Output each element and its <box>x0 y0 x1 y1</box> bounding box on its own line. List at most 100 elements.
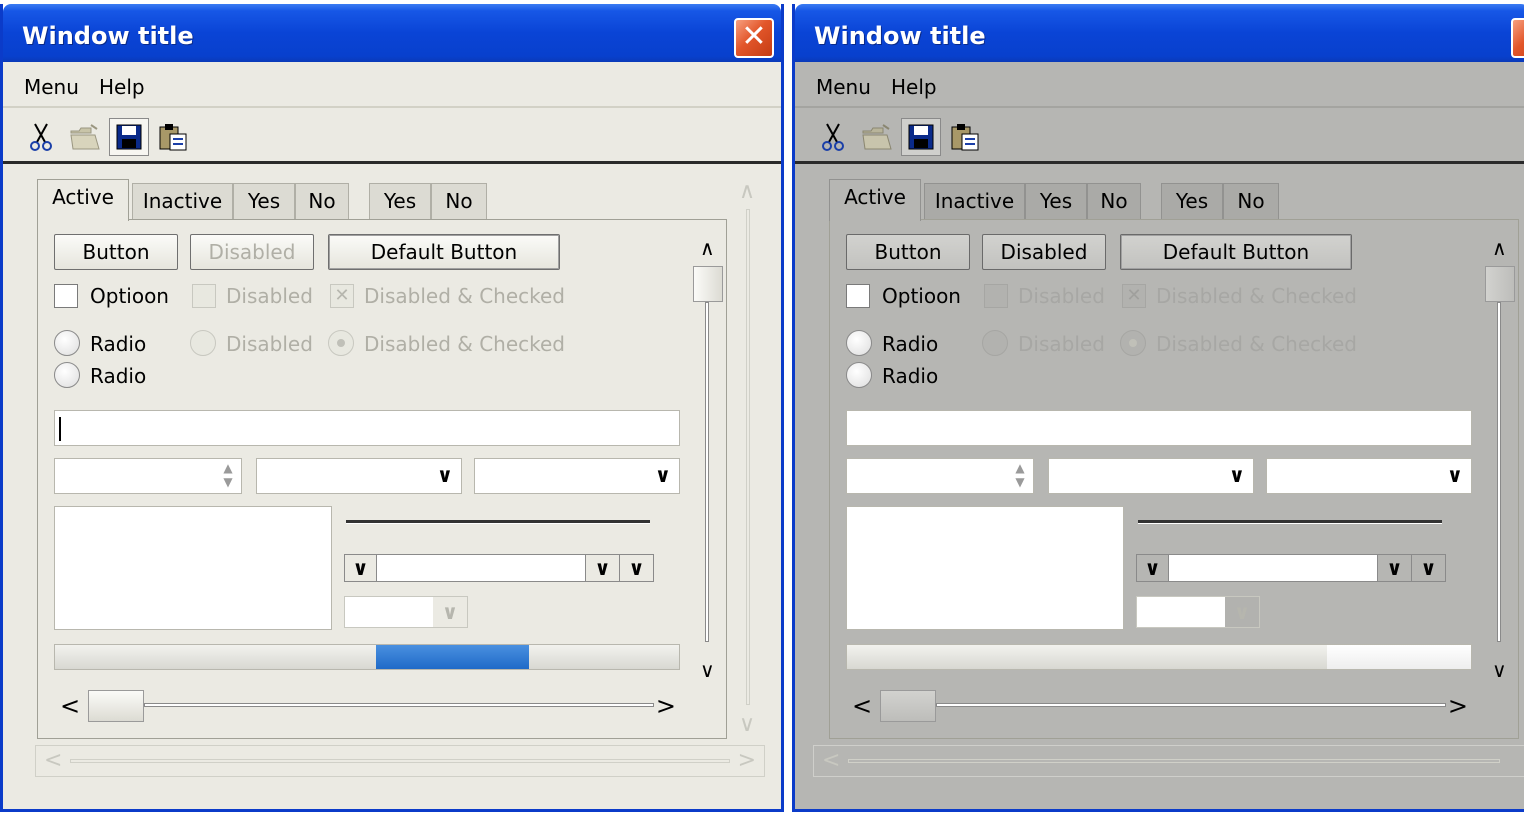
slider-thumb[interactable] <box>88 690 144 722</box>
tab-no[interactable]: No <box>1087 183 1141 219</box>
chevron-down-icon[interactable]: ∨ <box>437 463 453 487</box>
close-button[interactable] <box>1511 18 1524 58</box>
spinner-field[interactable]: ▲ ▼ <box>846 458 1034 494</box>
button[interactable]: Button <box>54 234 178 270</box>
combo-box-1[interactable]: ∨ <box>1048 458 1254 494</box>
disabled-checked-radio[interactable] <box>1120 330 1146 356</box>
menu-item-help[interactable]: Help <box>99 75 145 99</box>
radio-button-2[interactable] <box>846 362 872 388</box>
chevron-right-icon[interactable]: > <box>656 692 676 720</box>
menu-item-menu[interactable]: Menu <box>24 75 79 99</box>
chevron-down-icon[interactable]: ∨ <box>345 555 377 581</box>
chevron-down-icon[interactable]: ∨ <box>1229 463 1245 487</box>
default-button[interactable]: Default Button <box>1120 234 1352 270</box>
chevron-up-icon[interactable]: ∧ <box>1492 236 1507 260</box>
scrollbar-track[interactable] <box>1497 302 1501 642</box>
spinner-arrows-icon[interactable]: ▲ ▼ <box>1011 461 1029 491</box>
combo-box-1[interactable]: ∨ <box>256 458 462 494</box>
menu-item-menu[interactable]: Menu <box>816 75 871 99</box>
outer-horizontal-scrollbar[interactable]: < > <box>35 745 765 777</box>
slider-track[interactable] <box>936 703 1446 707</box>
text-field[interactable] <box>54 410 680 446</box>
open-button[interactable] <box>857 118 897 156</box>
combo-box-2[interactable]: ∨ <box>474 458 680 494</box>
title-bar[interactable]: Window title <box>795 4 1524 62</box>
chevron-left-icon[interactable]: < <box>852 692 872 720</box>
chevron-down-icon[interactable]: ∨ <box>700 658 715 682</box>
menu-item-help[interactable]: Help <box>891 75 937 99</box>
small-combo-box[interactable]: ∨ ∨ ∨ <box>344 554 654 582</box>
tab-inactive[interactable]: Inactive <box>132 183 233 219</box>
tab-yes-2[interactable]: Yes <box>1161 183 1223 219</box>
disabled-checked-radio[interactable] <box>328 330 354 356</box>
chevron-left-icon[interactable]: < <box>60 692 80 720</box>
chevron-down-icon[interactable]: ∨ <box>619 555 653 581</box>
outer-horizontal-scrollbar[interactable]: < <box>813 745 1524 777</box>
slider-track[interactable] <box>144 703 654 707</box>
chevron-down-icon[interactable]: ∨ <box>1492 658 1507 682</box>
tab-active[interactable]: Active <box>37 179 129 221</box>
spinner-arrows-icon[interactable]: ▲ ▼ <box>219 461 237 491</box>
chevron-down-icon[interactable]: ∨ <box>585 555 619 581</box>
tab-yes-2[interactable]: Yes <box>369 183 431 219</box>
scrollbar-track[interactable] <box>70 759 730 763</box>
radio-button-2[interactable] <box>54 362 80 388</box>
disabled-checked-checkbox[interactable]: ✕ <box>330 284 354 308</box>
tab-no-2[interactable]: No <box>1223 183 1279 219</box>
small-combo-box[interactable]: ∨ ∨ ∨ <box>1136 554 1446 582</box>
horizontal-slider[interactable]: < > <box>846 688 1472 722</box>
disabled-button[interactable]: Disabled <box>982 234 1106 270</box>
save-button[interactable] <box>109 118 149 156</box>
chevron-right-icon[interactable]: > <box>1448 692 1468 720</box>
paste-button[interactable] <box>153 118 193 156</box>
close-button[interactable]: ✕ <box>734 18 774 58</box>
disabled-radio[interactable] <box>982 330 1008 356</box>
disabled-checked-checkbox[interactable]: ✕ <box>1122 284 1146 308</box>
scrollbar-thumb[interactable] <box>693 266 723 302</box>
tab-yes[interactable]: Yes <box>1025 183 1087 219</box>
disabled-combo-box[interactable]: ∨ <box>1136 596 1260 628</box>
list-box[interactable] <box>54 506 332 630</box>
disabled-radio[interactable] <box>190 330 216 356</box>
scrollbar-track[interactable] <box>746 209 750 705</box>
option-checkbox[interactable] <box>54 284 78 308</box>
tab-yes[interactable]: Yes <box>233 183 295 219</box>
combo-box-2[interactable]: ∨ <box>1266 458 1472 494</box>
disabled-checkbox[interactable] <box>984 284 1008 308</box>
save-button[interactable] <box>901 118 941 156</box>
button[interactable]: Button <box>846 234 970 270</box>
disabled-combo-box[interactable]: ∨ <box>344 596 468 628</box>
outer-vertical-scrollbar[interactable]: ∧ ∨ <box>733 177 763 737</box>
list-box[interactable] <box>846 506 1124 630</box>
scrollbar-thumb[interactable] <box>1485 266 1515 302</box>
chevron-down-icon[interactable]: ∨ <box>1447 463 1463 487</box>
tab-no-2[interactable]: No <box>431 183 487 219</box>
chevron-down-icon[interactable]: ∨ <box>1411 555 1445 581</box>
scrollbar-track[interactable] <box>848 759 1500 763</box>
slider-thumb[interactable] <box>880 690 936 722</box>
cut-button[interactable] <box>813 118 853 156</box>
disabled-button[interactable]: Disabled <box>190 234 314 270</box>
vertical-scrollbar[interactable]: ∧ ∨ <box>1482 236 1516 682</box>
chevron-down-icon[interactable]: ∨ <box>1377 555 1411 581</box>
tab-no[interactable]: No <box>295 183 349 219</box>
disabled-checkbox[interactable] <box>192 284 216 308</box>
radio-button-1[interactable] <box>846 330 872 356</box>
tab-inactive[interactable]: Inactive <box>924 183 1025 219</box>
title-bar[interactable]: Window title ✕ <box>3 4 781 62</box>
chevron-down-icon[interactable]: ∨ <box>655 463 671 487</box>
chevron-up-icon[interactable]: ∧ <box>700 236 715 260</box>
chevron-down-icon[interactable]: ∨ <box>1137 555 1169 581</box>
option-checkbox[interactable] <box>846 284 870 308</box>
open-button[interactable] <box>65 118 105 156</box>
cut-button[interactable] <box>21 118 61 156</box>
paste-button[interactable] <box>945 118 985 156</box>
horizontal-slider[interactable]: < > <box>54 688 680 722</box>
default-button[interactable]: Default Button <box>328 234 560 270</box>
text-field[interactable] <box>846 410 1472 446</box>
scrollbar-track[interactable] <box>705 302 709 642</box>
radio-button-1[interactable] <box>54 330 80 356</box>
spinner-field[interactable]: ▲ ▼ <box>54 458 242 494</box>
vertical-scrollbar[interactable]: ∧ ∨ <box>690 236 724 682</box>
tab-active[interactable]: Active <box>829 179 921 221</box>
